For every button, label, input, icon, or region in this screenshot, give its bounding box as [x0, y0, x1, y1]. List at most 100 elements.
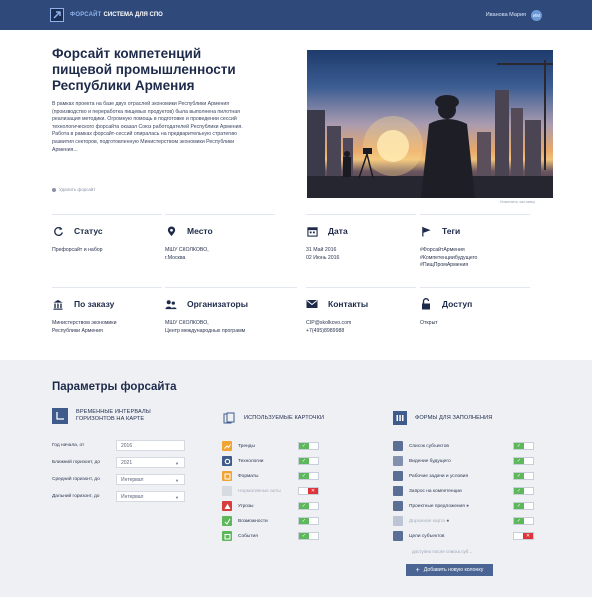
add-column-button[interactable]: + Добавить новую колонку — [406, 564, 493, 576]
info-tags-value[interactable]: #ФорсайтАрмения #Компетенциибудущего #Пи… — [420, 247, 530, 270]
form-roadmap-label: Дорожная карта — [409, 518, 445, 524]
trend-icon — [222, 441, 232, 451]
cards-header: ИСПОЛЬЗУЕМЫЕ КАРТОЧКИ — [222, 411, 324, 425]
start-year-input[interactable]: 2016 — [116, 440, 185, 451]
form-label: Список субъектов — [409, 443, 449, 449]
opportunity-icon — [222, 516, 232, 526]
info-date: Дата 31 Май 2016 02 Июнь 2016 — [306, 214, 416, 262]
info-access-value: Открыт — [420, 320, 438, 326]
chevron-down-icon: ▼ — [175, 478, 179, 483]
form-subjects-toggle[interactable]: ✓ — [513, 442, 534, 450]
info-tags-label: Теги — [442, 226, 461, 236]
check-icon: ✓ — [299, 533, 309, 539]
check-icon: ✓ — [299, 458, 309, 464]
mid-horizon-select[interactable]: Интервал ▼ — [116, 474, 185, 485]
goals-icon — [393, 531, 403, 541]
form-tasks-toggle[interactable]: ✓ — [513, 472, 534, 480]
near-horizon-select[interactable]: 2021 ▼ — [116, 457, 185, 468]
plus-icon: + — [415, 566, 420, 574]
far-horizon-select[interactable]: Интервал ▼ — [116, 491, 185, 502]
brand-accent: ФОРСАЙТ — [70, 12, 102, 18]
avatar[interactable]: ИМ — [531, 9, 542, 21]
info-contacts-value[interactable]: CIP@skolkovo.com +7(495)8989988 — [306, 320, 416, 335]
delete-foresight-label: Удалить форсайт — [59, 187, 96, 192]
chevron-down-icon: ▼ — [175, 495, 179, 500]
card-regulations-toggle[interactable]: ✕ — [298, 487, 319, 495]
card-label: Тренды — [238, 443, 255, 449]
info-date-value: 31 Май 2016 02 Июнь 2016 — [306, 247, 340, 261]
field-start-year: Год начала, от 2016 — [52, 440, 185, 451]
event-icon — [222, 531, 232, 541]
user-menu[interactable]: Иванова Мария ИМ — [486, 9, 542, 21]
parameters-title: Параметры форсайта — [52, 381, 177, 393]
field-mid-horizon-label: Средний горизонт, до — [52, 477, 100, 482]
forms-heading: ФОРМЫ ДЛЯ ЗАПОЛНЕНИЯ — [415, 414, 493, 421]
card-label: Угрозы — [238, 503, 254, 509]
form-goals-toggle[interactable]: ✕ — [513, 532, 534, 540]
form-label: Запрос на компетенции — [409, 488, 462, 494]
info-icon[interactable]: ● — [466, 504, 469, 509]
flag-icon — [420, 225, 432, 237]
info-access-label: Доступ — [442, 299, 473, 309]
check-icon: ✓ — [514, 488, 524, 494]
change-cover-link[interactable]: Изменить заставку — [500, 199, 535, 204]
field-mid-horizon: Средний горизонт, до Интервал ▼ — [52, 474, 185, 485]
form-roadmap-toggle[interactable]: ✓ — [513, 517, 534, 525]
info-status: Статус Префорсайт и набор — [52, 214, 162, 255]
info-place-label: Место — [187, 226, 213, 236]
form-label: Цели субъектов — [409, 533, 445, 539]
close-icon: ✕ — [308, 488, 318, 494]
warning-icon — [222, 501, 232, 511]
calendar-icon — [306, 225, 318, 237]
logo-icon[interactable] — [50, 8, 64, 22]
form-row-proposals: Проектные предложения ● ✓ — [393, 500, 534, 512]
subjects-icon — [393, 441, 403, 451]
card-threats-toggle[interactable]: ✓ — [298, 502, 319, 510]
card-technologies-toggle[interactable]: ✓ — [298, 457, 319, 465]
form-label: Рабочие задачи и условия — [409, 473, 469, 479]
timeline-icon — [52, 408, 68, 424]
card-label: Возможности — [238, 518, 268, 524]
location-pin-icon — [165, 225, 177, 237]
card-label: Форматы — [238, 473, 259, 479]
check-icon: ✓ — [299, 443, 309, 449]
field-far-horizon: Дальний горизонт, до Интервал ▼ — [52, 491, 185, 502]
forms-header: ФОРМЫ ДЛЯ ЗАПОЛНЕНИЯ — [393, 411, 492, 425]
info-customer-value: Министерством экономики Республики Армен… — [52, 320, 117, 334]
form-request-toggle[interactable]: ✓ — [513, 487, 534, 495]
card-opportunities-toggle[interactable]: ✓ — [298, 517, 319, 525]
form-label: Дорожная карта ● — [409, 519, 513, 524]
proposals-icon — [393, 501, 403, 511]
card-events-toggle[interactable]: ✓ — [298, 532, 319, 540]
document-icon — [222, 486, 232, 496]
card-label: События — [238, 533, 258, 539]
intervals-heading: ВРЕМЕННЫЕ ИНТЕРВАЛЫ ГОРИЗОНТОВ НА КАРТЕ — [76, 409, 151, 422]
form-row-goals: Цели субъектов ✕ — [393, 530, 534, 542]
form-vision-toggle[interactable]: ✓ — [513, 457, 534, 465]
format-icon — [222, 471, 232, 481]
form-proposals-toggle[interactable]: ✓ — [513, 502, 534, 510]
form-proposals-label: Проектные предложения — [409, 503, 465, 509]
card-row-formats: Форматы ✓ — [222, 470, 319, 482]
foresight-description: В рамках проекта на базе двух отраслей э… — [52, 101, 243, 153]
info-customer: По заказу Министерством экономики Респуб… — [52, 287, 162, 335]
card-trends-toggle[interactable]: ✓ — [298, 442, 319, 450]
add-column-hint: доступно после списка суб... — [412, 549, 473, 554]
card-label: Нормативные акты — [238, 488, 281, 494]
form-row-subjects: Список субъектов ✓ — [393, 440, 534, 452]
field-start-year-label: Год начала, от — [52, 443, 85, 448]
form-row-vision: Видение будущего ✓ — [393, 455, 534, 467]
info-date-label: Дата — [328, 226, 348, 236]
near-horizon-value: 2021 — [121, 459, 133, 466]
close-icon: ✕ — [523, 533, 533, 539]
card-formats-toggle[interactable]: ✓ — [298, 472, 319, 480]
field-far-horizon-label: Дальний горизонт, до — [52, 494, 100, 499]
check-icon: ✓ — [514, 458, 524, 464]
form-label: Видение будущего — [409, 458, 451, 464]
forms-icon — [393, 411, 407, 425]
envelope-icon — [306, 298, 318, 310]
info-organizers: Организаторы МШУ СКОЛКОВО, Центр междуна… — [165, 287, 297, 335]
info-icon[interactable]: ● — [446, 519, 449, 524]
info-customer-label: По заказу — [74, 299, 115, 309]
delete-foresight-link[interactable]: Удалить форсайт — [52, 187, 95, 192]
